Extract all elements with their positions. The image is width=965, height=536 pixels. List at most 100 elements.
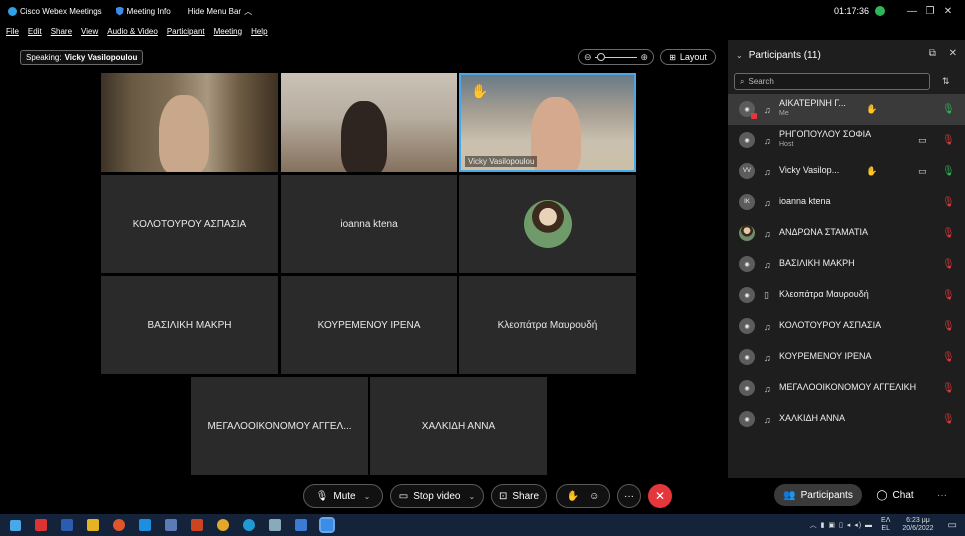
- microphone-muted-icon[interactable]: 🎙: [942, 352, 955, 363]
- word-app-icon[interactable]: [61, 519, 73, 531]
- photos-app-icon[interactable]: [295, 519, 307, 531]
- mute-button[interactable]: 🎙 Mute ⌄: [303, 484, 383, 508]
- powerpoint-app-icon[interactable]: [113, 519, 125, 531]
- participant-search-input[interactable]: ⌕ Search: [734, 73, 930, 90]
- chevron-down-icon[interactable]: ⌄: [364, 492, 371, 501]
- zoom-out-icon[interactable]: ⊖: [584, 52, 592, 63]
- microphone-muted-icon[interactable]: 🎙: [942, 135, 955, 146]
- participant-tile[interactable]: [459, 175, 636, 273]
- popout-icon[interactable]: ⧉: [929, 48, 936, 59]
- microphone-icon[interactable]: 🎙: [942, 166, 955, 177]
- skype-app-icon[interactable]: [139, 519, 151, 531]
- notifications-icon[interactable]: ▭: [948, 520, 957, 531]
- participant-row[interactable]: ◉ ♫ ΧΑΛΚΙΔΗ ΑΝΝΑ 🎙: [728, 404, 965, 435]
- participant-row[interactable]: ♫ ΑΝΔΡΩΝΑ ΣΤΑΜΑΤΙΑ 🎙: [728, 218, 965, 249]
- menu-help[interactable]: Help: [251, 27, 267, 36]
- participant-tile[interactable]: ΧΑΛΚΙΔΗ ΑΝΝΑ: [370, 377, 547, 475]
- participant-row[interactable]: ◉ ▯ Κλεοπάτρα Μαυρουδή 🎙: [728, 280, 965, 311]
- close-icon[interactable]: ✕: [939, 6, 957, 17]
- headset-icon: ♫: [764, 414, 771, 425]
- panel-actions: ⧉ ✕: [919, 48, 957, 59]
- participant-tile[interactable]: ΚΟΥΡΕΜΕΝΟΥ ΙΡΕΝΑ: [281, 276, 457, 374]
- microphone-icon[interactable]: 🎙: [942, 104, 955, 115]
- chevron-up-icon: ︿: [244, 6, 253, 16]
- tab-chat[interactable]: ◯ Chat: [868, 484, 922, 506]
- restore-icon[interactable]: ❐: [921, 6, 939, 17]
- microphone-muted-icon[interactable]: 🎙: [942, 228, 955, 239]
- more-options-button[interactable]: ···: [617, 484, 641, 508]
- webex-logo-icon: [8, 6, 17, 16]
- video-tile-1[interactable]: [101, 73, 278, 172]
- pdf-app-icon[interactable]: [35, 519, 47, 531]
- chrome-app-icon[interactable]: [217, 519, 229, 531]
- menu-participant[interactable]: Participant: [167, 27, 205, 36]
- more-tabs-button[interactable]: ···: [932, 484, 952, 506]
- connection-status-icon[interactable]: [875, 6, 885, 16]
- chevron-down-icon[interactable]: ⌄: [469, 492, 476, 501]
- participant-tile[interactable]: Κλεοπάτρα Μαυρουδή: [459, 276, 636, 374]
- zoom-track[interactable]: [594, 52, 638, 61]
- system-tray: ︿ ▮ ▣ ▯ ◂ ◂) ▬ ΕΛ EL 6:23 μμ 20/6/2022 ▭: [810, 514, 957, 536]
- meeting-info-button[interactable]: Meeting Info: [115, 6, 171, 16]
- participant-video: [159, 95, 209, 172]
- video-tile-active-speaker[interactable]: ✋ Vicky Vasilopoulou: [459, 73, 636, 172]
- participant-row[interactable]: ◉ ♫ ΜΕΓΑΛΟΟΙΚΟΝΟΜΟΥ ΑΓΓΕΛΙΚΗ 🎙: [728, 373, 965, 404]
- camera-icon: ▭: [398, 490, 409, 502]
- language-indicator[interactable]: ΕΛ EL: [881, 517, 890, 533]
- participant-tile[interactable]: ΚΟΛΟΤΟΥΡΟΥ ΑΣΠΑΣΙΑ: [101, 175, 278, 273]
- tab-participants[interactable]: 👥 Participants: [774, 484, 862, 506]
- participant-row-me[interactable]: ◉ ♫ ΑΙΚΑΤΕΡΙΝΗ Γ... Me ✋ 🎙: [728, 94, 965, 125]
- microphone-muted-icon[interactable]: 🎙: [942, 321, 955, 332]
- menu-audio-video[interactable]: Audio & Video: [107, 27, 158, 36]
- microphone-icon: 🎙: [315, 490, 329, 502]
- system-clock[interactable]: 6:23 μμ 20/6/2022: [902, 517, 933, 533]
- tray-icons[interactable]: ︿ ▮ ▣ ▯ ◂ ◂) ▬: [810, 520, 873, 530]
- participant-tile[interactable]: ΒΑΣΙΛΙΚΗ ΜΑΚΡΗ: [101, 276, 278, 374]
- menu-meeting[interactable]: Meeting: [214, 27, 242, 36]
- participant-row[interactable]: ◉ ♫ ΡΗΓΟΠΟΥΛΟΥ ΣΟΦΙΑ Host ▭ 🎙: [728, 125, 965, 156]
- zoom-knob[interactable]: [596, 52, 605, 61]
- settings-app-icon[interactable]: [165, 519, 177, 531]
- microphone-muted-icon[interactable]: 🎙: [942, 197, 955, 208]
- leave-meeting-button[interactable]: ✕: [648, 484, 672, 508]
- share-button[interactable]: ⊡ Share: [491, 484, 547, 508]
- participant-row[interactable]: ◉ ♫ ΚΟΛΟΤΟΥΡΟΥ ΑΣΠΑΣΙΑ 🎙: [728, 311, 965, 342]
- participant-row[interactable]: ◉ ♫ ΒΑΣΙΛΙΚΗ ΜΑΚΡΗ 🎙: [728, 249, 965, 280]
- participant-tile[interactable]: ioanna ktena: [281, 175, 457, 273]
- more-icon: ···: [937, 489, 947, 501]
- microphone-muted-icon[interactable]: 🎙: [942, 383, 955, 394]
- file-explorer-icon[interactable]: [87, 519, 99, 531]
- video-tile-2[interactable]: [281, 73, 457, 172]
- sort-icon[interactable]: ⇅: [942, 76, 950, 87]
- menu-share[interactable]: Share: [51, 27, 72, 36]
- emoji-icon[interactable]: ☺: [589, 491, 599, 502]
- menu-edit[interactable]: Edit: [28, 27, 42, 36]
- participant-tile[interactable]: ΜΕΓΑΛΟΟΙΚΟΝΟΜΟΥ ΑΓΓΕΛ...: [191, 377, 368, 475]
- zoom-slider[interactable]: ⊖ ⊕: [578, 49, 654, 65]
- participant-row[interactable]: ◉ ♫ ΚΟΥΡΕΜΕΝΟΥ ΙΡΕΝΑ 🎙: [728, 342, 965, 373]
- close-icon[interactable]: ✕: [949, 48, 957, 59]
- meeting-controls: 🎙 Mute ⌄ ▭ Stop video ⌄ ⊡ Share ✋ ☺ ··· …: [0, 482, 728, 512]
- microphone-muted-icon[interactable]: 🎙: [942, 414, 955, 425]
- windows-start-icon[interactable]: [10, 519, 21, 531]
- menu-file[interactable]: File: [6, 27, 19, 36]
- menu-view[interactable]: View: [81, 27, 98, 36]
- headset-icon: ♫: [764, 166, 771, 177]
- hide-menu-bar-button[interactable]: Hide Menu Bar ︿: [185, 6, 252, 17]
- participant-row[interactable]: IK ♫ ioanna ktena 🎙: [728, 187, 965, 218]
- avatar: ◉: [739, 411, 755, 427]
- minimize-icon[interactable]: —: [903, 6, 921, 17]
- participant-row[interactable]: VV ♫ Vicky Vasilop... ✋ ▭ 🎙: [728, 156, 965, 187]
- chevron-down-icon[interactable]: ⌄: [736, 51, 743, 60]
- zoom-in-icon[interactable]: ⊕: [640, 52, 648, 63]
- title-bar: Cisco Webex Meetings Meeting Info Hide M…: [0, 0, 965, 22]
- webex-app-icon[interactable]: [319, 517, 335, 533]
- app-icon[interactable]: [269, 519, 281, 531]
- microphone-muted-icon[interactable]: 🎙: [942, 259, 955, 270]
- acrobat-app-icon[interactable]: [191, 519, 203, 531]
- layout-button[interactable]: ⊞ Layout: [660, 49, 716, 65]
- stop-video-button[interactable]: ▭ Stop video ⌄: [390, 484, 484, 508]
- raise-hand-icon[interactable]: ✋: [567, 491, 579, 502]
- edge-app-icon[interactable]: [243, 519, 255, 531]
- microphone-muted-icon[interactable]: 🎙: [942, 290, 955, 301]
